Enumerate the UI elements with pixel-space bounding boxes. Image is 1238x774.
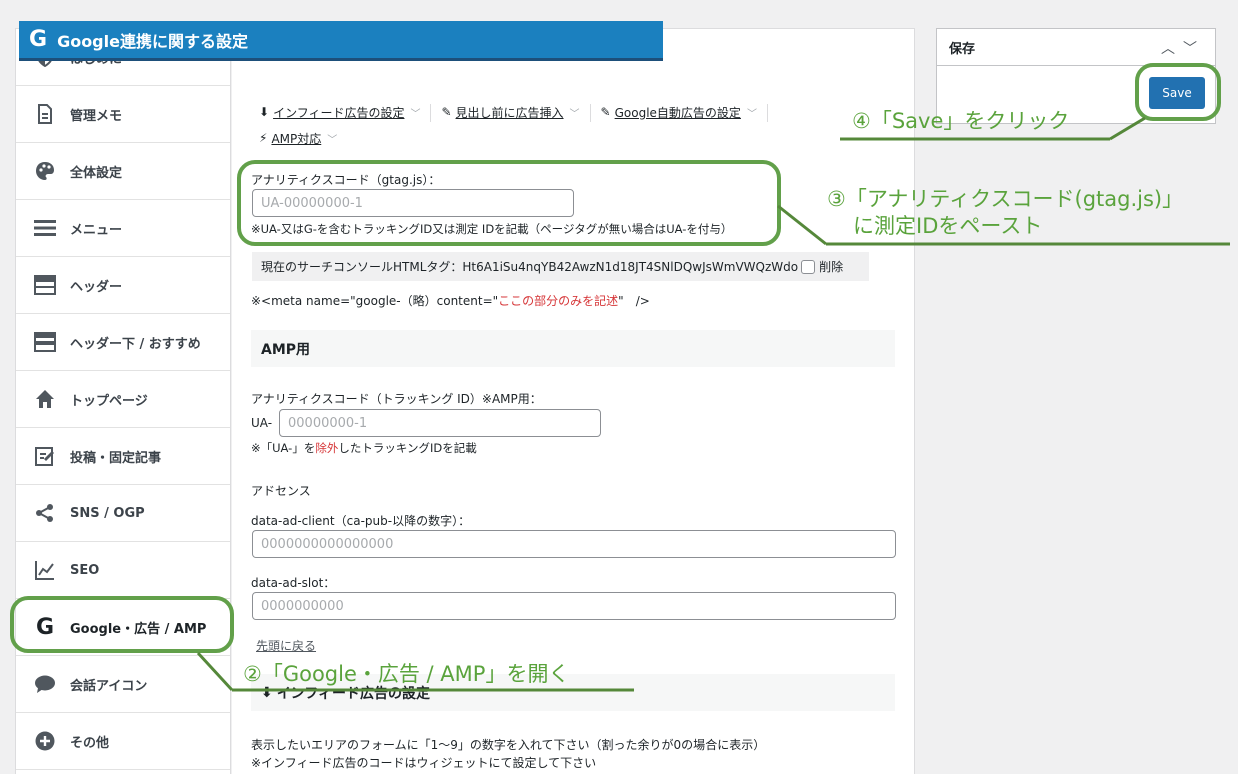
annotation-step3-line1: ③「アナリティクスコード(gtag.js)」: [827, 187, 1184, 211]
back-to-top-link[interactable]: 先頭に戻る: [256, 637, 316, 654]
ad-slot-label: data-ad-slot：: [251, 576, 336, 590]
tab-infeed[interactable]: ⬇ インフィード広告の設定 ﹀: [259, 101, 420, 123]
sidebar-item-label: ヘッダー下 / おすすめ: [70, 336, 201, 352]
search-console-tag: 現在のサーチコンソールHTMLタグ：Ht6A1iSu4nqYB42AwzN1d1…: [252, 252, 869, 281]
highlight-analytics: [237, 160, 781, 246]
header-below-icon: [34, 331, 56, 353]
chevron-down-icon: ﹀: [410, 108, 421, 120]
ad-client-label: data-ad-client（ca-pub-以降の数字）：: [251, 514, 471, 528]
chart-icon: [34, 559, 56, 581]
chevron-down-icon: ﹀: [327, 134, 338, 146]
amp-prefix: UA-: [251, 416, 273, 430]
sidebar-item-header-below[interactable]: ヘッダー下 / おすすめ: [16, 314, 230, 371]
wand-icon: ✎: [441, 105, 452, 119]
plus-circle-icon: [34, 730, 56, 752]
sidebar: はじめに 管理メモ 全体設定 メニュー ヘッダー ヘッダー下 / おすすめ: [15, 28, 231, 774]
sidebar-item-label: ヘッダー: [70, 279, 123, 295]
infeed-note-1: 表示したいエリアのフォームに「1〜9」の数字を入れて下さい（割った余りが0の場合…: [251, 738, 766, 752]
palette-icon: [34, 160, 56, 182]
amp-analytics-input[interactable]: 00000000-1: [279, 409, 601, 437]
sidebar-item-other[interactable]: その他: [16, 713, 230, 770]
sidebar-item-seo[interactable]: SEO: [16, 542, 230, 599]
meta-note-highlight: ここの部分のみを記述: [498, 294, 619, 308]
settings-tabs: ⬇ インフィード広告の設定 ﹀ ✎ 見出し前に広告挿入 ﹀ ✎ Google自動…: [259, 101, 819, 123]
sidebar-item-label: 投稿・固定記事: [70, 450, 162, 466]
sidebar-item-label: SNS / OGP: [70, 505, 145, 521]
amp-section-title: AMP用: [251, 330, 895, 367]
menu-icon: [34, 217, 56, 239]
highlight-google-menu: [10, 596, 234, 653]
ad-client-input[interactable]: 0000000000000000: [252, 530, 896, 558]
meta-note: ※<meta name="google-（略）content="ここの部分のみを…: [251, 292, 650, 309]
circle-down-icon: ⬇: [259, 105, 270, 119]
annotation-step2: ②「Google・広告 / AMP」を開く: [243, 662, 570, 686]
tab-label: AMP対応: [271, 131, 322, 146]
annotation-step3-line2: に測定IDをペースト: [853, 214, 1043, 238]
wand-icon: ✎: [600, 105, 611, 119]
sidebar-item-header[interactable]: ヘッダー: [16, 257, 230, 314]
sidebar-item-menu[interactable]: メニュー: [16, 200, 230, 257]
sidebar-item-label: 会話アイコン: [70, 678, 148, 694]
sidebar-item-label: 全体設定: [70, 165, 123, 181]
tab-label: Google自動広告の設定: [614, 105, 741, 120]
sidebar-item-label: 管理メモ: [70, 108, 123, 124]
amp-analytics-label: アナリティクスコード（トラッキング ID）※AMP用：: [251, 392, 542, 406]
speech-bubble-icon: [34, 673, 56, 695]
amp-note-highlight: 除外: [315, 441, 339, 455]
sidebar-item-posts[interactable]: 投稿・固定記事: [16, 428, 230, 485]
meta-note-prefix: ※<meta name="google-（略）content=": [251, 294, 499, 308]
sidebar-item-label: メニュー: [70, 222, 123, 238]
annotation-step4: ④「Save」をクリック: [852, 109, 1070, 133]
sidebar-item-memo[interactable]: 管理メモ: [16, 86, 230, 143]
edit-icon: [34, 445, 56, 467]
header-icon: [34, 274, 56, 296]
delete-label: 削除: [819, 260, 844, 274]
sidebar-item-label: トップページ: [70, 393, 148, 409]
amp-note: ※「UA-」を除外したトラッキングIDを記載: [251, 440, 477, 456]
ad-slot-input[interactable]: 0000000000: [252, 592, 896, 620]
delete-checkbox[interactable]: [801, 259, 816, 274]
highlight-save-button: [1135, 63, 1221, 121]
sidebar-item-conversation[interactable]: 会話アイコン: [16, 656, 230, 713]
sidebar-item-top-page[interactable]: トップページ: [16, 371, 230, 428]
meta-note-suffix: " />: [618, 294, 650, 308]
amp-note-suffix: したトラッキングIDを記載: [338, 441, 477, 455]
infeed-note-2: ※インフィード広告のコードはウィジェットにて設定して下さい: [251, 756, 597, 770]
tab-label: インフィード広告の設定: [273, 105, 405, 120]
google-icon: G: [29, 27, 48, 52]
chevron-down-icon: ﹀: [569, 108, 580, 120]
google-settings-header: G Google連携に関する設定: [19, 21, 663, 61]
sidebar-item-label: その他: [70, 735, 110, 751]
bolt-icon: ⚡: [259, 131, 268, 145]
home-icon: [34, 388, 56, 410]
settings-tabs-row2: ⚡ AMP対応 ﹀: [259, 127, 347, 149]
tab-auto-ads[interactable]: ✎ Google自動広告の設定 ﹀: [601, 101, 757, 123]
sidebar-item-sns[interactable]: SNS / OGP: [16, 485, 230, 542]
sidebar-item-general[interactable]: 全体設定: [16, 143, 230, 200]
adsense-label: アドセンス: [251, 484, 311, 498]
header-title: Google連携に関する設定: [57, 31, 248, 51]
collapse-arrows-icon[interactable]: ︿﹀: [1161, 38, 1205, 58]
document-icon: [34, 103, 56, 125]
tab-label: 見出し前に広告挿入: [455, 105, 564, 120]
tab-amp[interactable]: ⚡ AMP対応 ﹀: [259, 127, 337, 149]
share-icon: [34, 502, 56, 524]
chevron-down-icon: ﹀: [746, 108, 757, 120]
tab-before-heading[interactable]: ✎ 見出し前に広告挿入 ﹀: [441, 101, 579, 123]
amp-note-prefix: ※「UA-」を: [251, 441, 316, 455]
search-console-label: 現在のサーチコンソールHTMLタグ：Ht6A1iSu4nqYB42AwzN1d1…: [261, 260, 799, 274]
sidebar-item-label: SEO: [70, 562, 100, 578]
